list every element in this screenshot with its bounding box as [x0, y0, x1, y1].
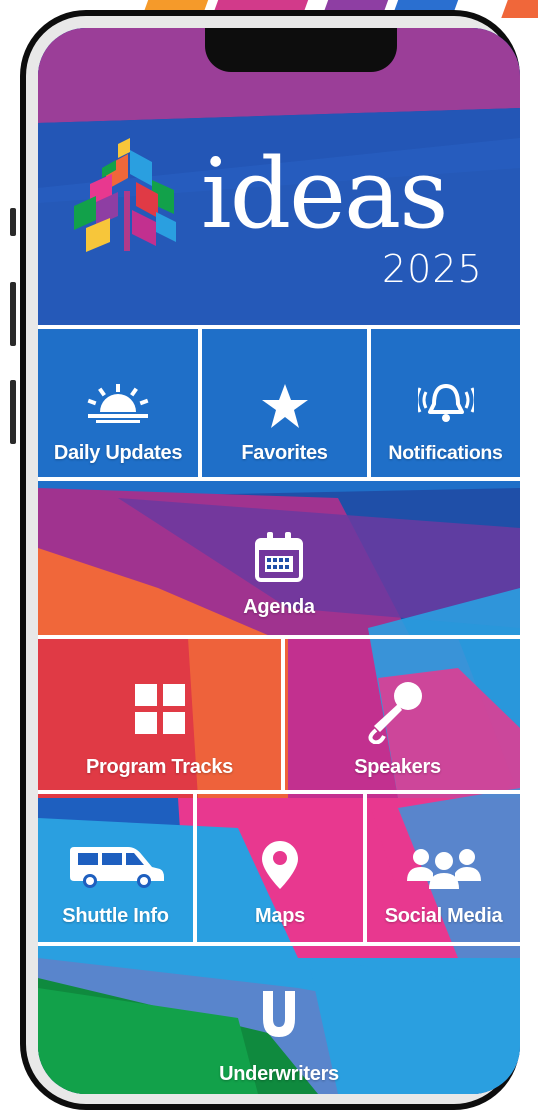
app-logo-year: 2025	[382, 247, 483, 291]
notifications-button[interactable]: Notifications	[371, 329, 520, 465]
favorites-button[interactable]: Favorites	[202, 329, 367, 465]
speakers-button[interactable]: Speakers	[285, 639, 520, 779]
program-tracks-button[interactable]: Program Tracks	[38, 639, 281, 779]
underwriters-label: Underwriters	[219, 1063, 339, 1085]
app-logo-mark	[74, 138, 176, 252]
agenda-label: Agenda	[243, 596, 315, 618]
social-media-label: Social Media	[384, 905, 503, 927]
favorites-label: Favorites	[241, 442, 328, 464]
maps-label: Maps	[255, 905, 305, 927]
phone-volume-down-button	[10, 380, 16, 444]
daily-updates-label: Daily Updates	[53, 442, 183, 464]
program-tracks-label: Program Tracks	[86, 756, 233, 778]
social-media-button[interactable]: Social Media	[367, 794, 520, 928]
microphone-icon	[364, 680, 424, 744]
underwriters-button[interactable]: Underwriters	[38, 946, 520, 1086]
phone-volume-up-button	[10, 282, 16, 346]
map-pin-icon	[262, 841, 298, 889]
sunrise-icon	[86, 384, 150, 424]
shuttle-info-button[interactable]: Shuttle Info	[38, 794, 193, 928]
maps-button[interactable]: Maps	[197, 794, 363, 928]
phone-silent-switch	[10, 208, 16, 236]
u-icon	[259, 991, 299, 1037]
users-group-icon	[406, 847, 481, 889]
phone-notch	[205, 28, 397, 72]
app-logo-word: ideas	[201, 138, 448, 250]
calendar-icon	[255, 532, 303, 582]
app-screen: ideas 2025 Daily Updates Favorites Notif…	[38, 28, 520, 1094]
agenda-button[interactable]: Agenda	[38, 481, 520, 619]
shuttle-info-label: Shuttle Info	[62, 905, 169, 927]
bell-ringing-icon	[417, 382, 474, 426]
grid-icon	[134, 684, 185, 734]
van-icon	[68, 843, 164, 889]
speakers-label: Speakers	[354, 756, 441, 778]
star-icon	[261, 384, 308, 428]
notifications-label: Notifications	[388, 442, 503, 464]
daily-updates-button[interactable]: Daily Updates	[38, 329, 198, 465]
